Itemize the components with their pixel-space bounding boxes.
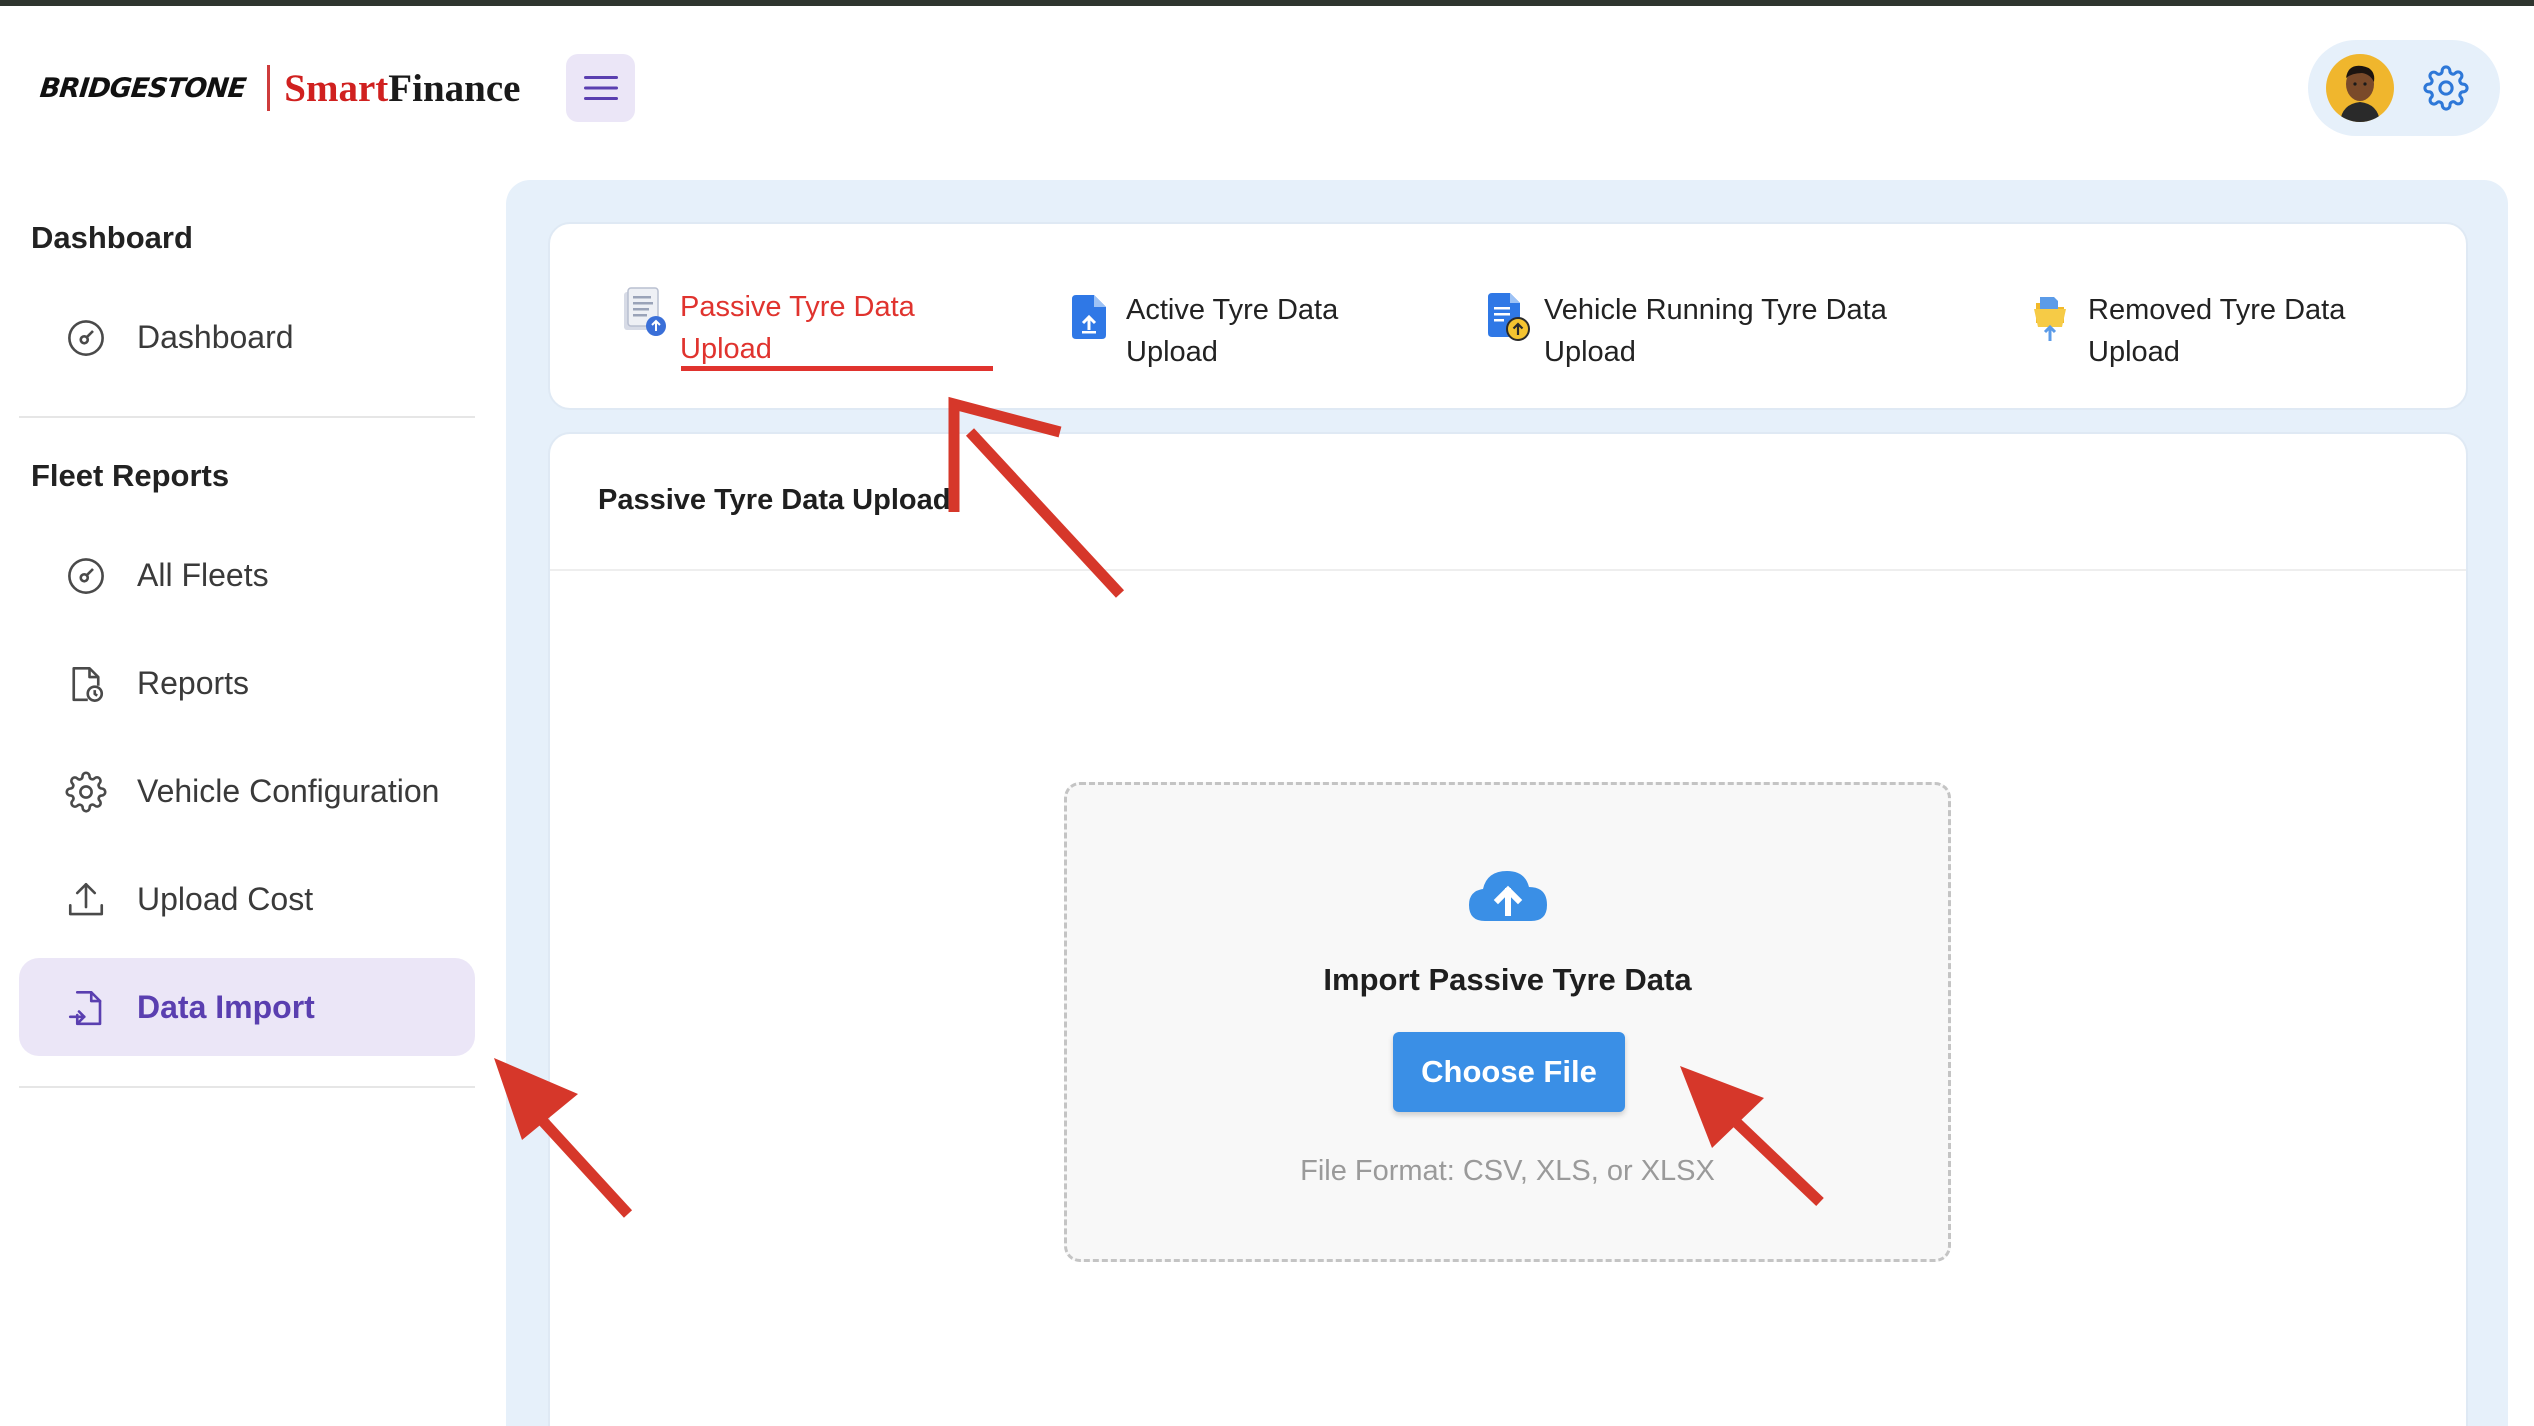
tab-label: Removed Tyre Data Upload — [2088, 294, 2346, 368]
active-tab-indicator — [681, 366, 993, 371]
window-top-border — [0, 0, 2534, 6]
hamburger-menu-icon — [583, 76, 618, 100]
running-file-upload-icon — [1488, 293, 1530, 341]
removed-folder-icon — [2034, 297, 2066, 341]
upload-icon — [68, 882, 104, 916]
sidebar-item-dashboard[interactable]: Dashboard — [19, 288, 475, 386]
tab-vehicle-running-tyre-data-upload[interactable]: Vehicle Running Tyre Data Upload — [1484, 289, 1887, 373]
menu-toggle-button[interactable] — [566, 54, 635, 122]
sidebar-item-vehicle-configuration[interactable]: Vehicle Configuration — [19, 742, 475, 840]
sidebar-divider — [19, 416, 475, 418]
file-format-hint: File Format: CSV, XLS, or XLSX — [1300, 1155, 1715, 1187]
tab-removed-tyre-data-upload[interactable]: Removed Tyre Data Upload — [2028, 289, 2345, 373]
user-controls — [2308, 40, 2500, 136]
sidebar-item-all-fleets[interactable]: All Fleets — [19, 526, 475, 624]
tab-label: Active Tyre Data Upload — [1126, 294, 1339, 368]
tab-label: Passive Tyre Data Upload — [680, 291, 915, 365]
sidebar-item-data-import[interactable]: Data Import — [19, 958, 475, 1056]
tab-passive-tyre-data-upload[interactable]: Passive Tyre Data Upload — [620, 286, 915, 370]
sidebar-item-label: Reports — [137, 664, 250, 701]
brand-divider — [267, 65, 271, 111]
gauge-icon — [68, 558, 104, 594]
tab-active-tyre-data-upload[interactable]: Active Tyre Data Upload — [1066, 289, 1338, 373]
sidebar-item-label: Vehicle Configuration — [137, 772, 440, 809]
sidebar-item-label: Data Import — [137, 988, 315, 1025]
sidebar-divider — [19, 1086, 475, 1088]
gauge-icon — [68, 320, 104, 356]
report-clock-icon — [72, 666, 104, 702]
cloud-upload-icon — [1469, 871, 1547, 921]
brand-logo[interactable]: BRIDGESTONE Smart Finance — [38, 62, 521, 114]
sidebar-section-dashboard: Dashboard — [31, 220, 193, 255]
file-import-icon — [68, 990, 102, 1026]
sidebar-item-label: Dashboard — [137, 318, 294, 355]
brand-product-smart: Smart — [284, 66, 389, 110]
choose-file-button[interactable]: Choose File — [1393, 1032, 1625, 1112]
bridgestone-wordmark: BRIDGESTONE — [38, 72, 247, 104]
user-avatar[interactable] — [2326, 54, 2394, 122]
sidebar-item-reports[interactable]: Reports — [19, 634, 475, 732]
tab-label: Vehicle Running Tyre Data Upload — [1544, 294, 1887, 368]
passive-document-icon — [624, 287, 666, 336]
file-dropzone[interactable]: Import Passive Tyre Data Choose File Fil… — [1064, 782, 1951, 1262]
avatar-person-icon — [2340, 65, 2380, 122]
settings-button[interactable] — [2420, 62, 2472, 114]
dropzone-title: Import Passive Tyre Data — [1323, 962, 1692, 997]
sidebar-item-upload-cost[interactable]: Upload Cost — [19, 850, 475, 948]
content-title: Passive Tyre Data Upload — [598, 484, 951, 516]
gear-icon — [65, 771, 107, 813]
active-upload-file-icon — [1072, 295, 1106, 339]
gear-icon — [2423, 65, 2469, 111]
sidebar-item-label: Upload Cost — [137, 880, 314, 917]
sidebar-section-fleet-reports: Fleet Reports — [31, 458, 230, 493]
brand-product-finance: Finance — [388, 66, 521, 110]
content-divider — [550, 569, 2466, 571]
sidebar-item-label: All Fleets — [137, 556, 269, 593]
